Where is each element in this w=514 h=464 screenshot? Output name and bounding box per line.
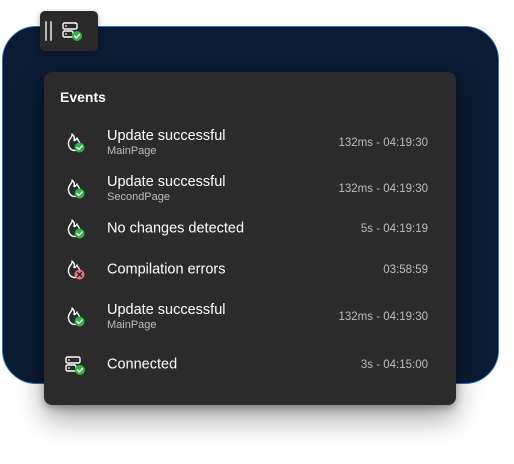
event-time: 132ms - 04:19:30	[338, 183, 428, 195]
events-panel: Events Update successful MainPage 132ms …	[44, 72, 456, 405]
event-title: Update successful	[107, 128, 226, 144]
screen: Events Update successful MainPage 132ms …	[0, 0, 514, 464]
event-title: Compilation errors	[107, 261, 226, 278]
event-subtitle: MainPage	[107, 145, 157, 157]
flame-check-icon	[64, 132, 86, 154]
event-time: 132ms - 04:19:30	[338, 311, 428, 323]
event-title: Update successful	[107, 174, 226, 190]
event-time: 3s - 04:15:00	[360, 359, 428, 371]
server-check-icon	[64, 354, 86, 376]
panel-title: Events	[60, 89, 106, 105]
event-item[interactable]: Update successful SecondPage 132ms - 04:…	[44, 169, 456, 209]
event-time: 132ms - 04:19:30	[338, 137, 428, 149]
event-item[interactable]: Update successful MainPage 132ms - 04:19…	[44, 123, 456, 163]
event-subtitle: SecondPage	[107, 191, 170, 203]
event-title: Update successful	[107, 302, 226, 318]
grip-icon[interactable]	[45, 21, 52, 41]
event-time: 03:58:59	[383, 264, 428, 276]
event-subtitle: MainPage	[107, 319, 157, 331]
event-item[interactable]: Update successful MainPage 132ms - 04:19…	[44, 297, 456, 337]
event-time: 5s - 04:19:19	[360, 223, 428, 235]
event-item[interactable]: Connected 3s - 04:15:00	[44, 345, 456, 385]
flame-error-icon	[64, 259, 86, 281]
event-item[interactable]: No changes detected 5s - 04:19:19	[44, 209, 456, 249]
event-title: No changes detected	[107, 220, 245, 237]
flame-check-icon	[64, 306, 86, 328]
event-title: Connected	[107, 356, 178, 373]
floating-toolbar	[40, 11, 98, 51]
server-check-icon[interactable]	[61, 20, 83, 42]
flame-check-icon	[64, 218, 86, 240]
event-item[interactable]: Compilation errors 03:58:59	[44, 250, 456, 290]
flame-check-icon	[64, 178, 86, 200]
